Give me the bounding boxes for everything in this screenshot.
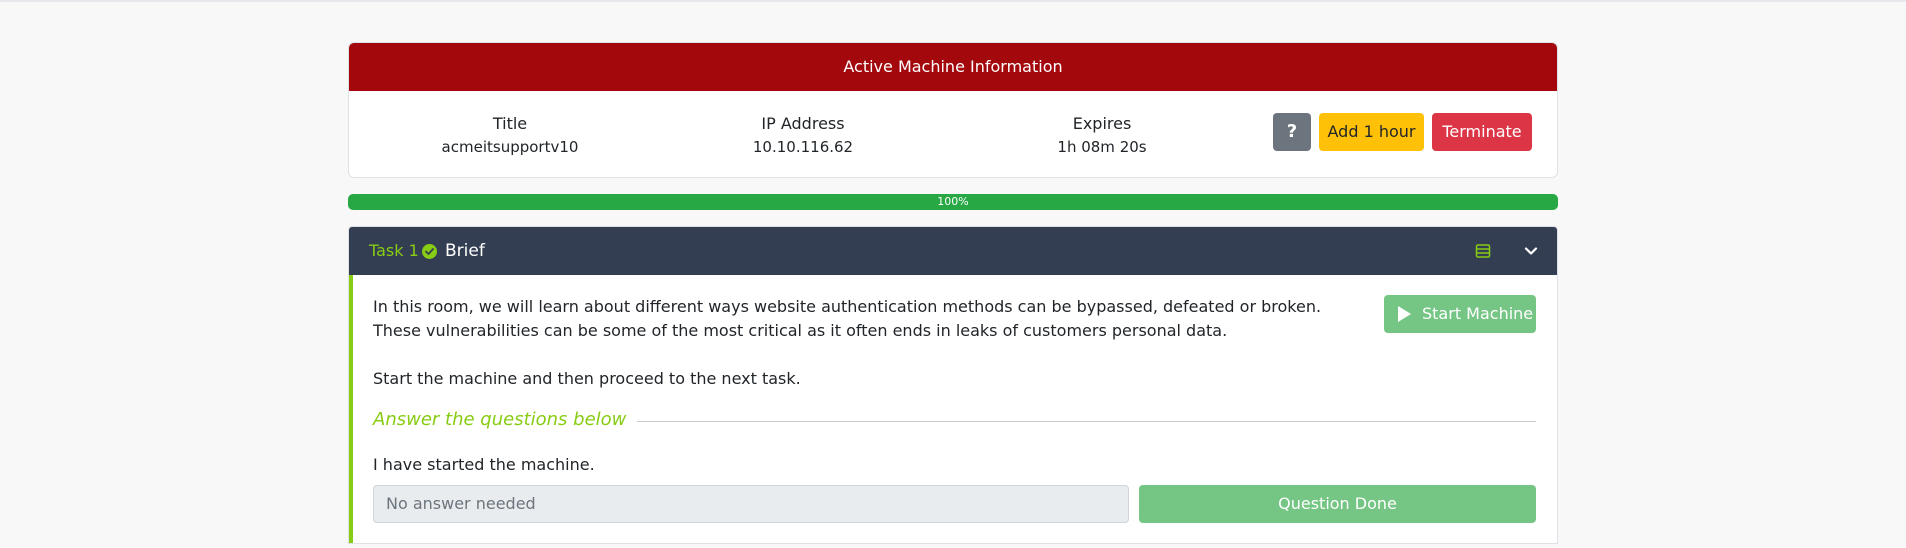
task-description-paragraph: Start the machine and then proceed to th… bbox=[373, 369, 801, 388]
question-text: I have started the machine. bbox=[373, 455, 595, 474]
play-icon bbox=[1398, 306, 1411, 322]
task-description-paragraph: In this room, we will learn about differ… bbox=[373, 297, 1322, 340]
terminate-button[interactable]: Terminate bbox=[1432, 113, 1532, 151]
machine-expires-info: Expires 1h 08m 20s bbox=[972, 113, 1232, 159]
machine-title-label: Title bbox=[492, 114, 528, 133]
question-done-button[interactable]: Question Done bbox=[1139, 485, 1536, 523]
add-hour-button[interactable]: Add 1 hour bbox=[1319, 113, 1424, 151]
machine-expires-label: Expires bbox=[1072, 114, 1132, 133]
help-button[interactable]: ? bbox=[1273, 113, 1311, 151]
machine-ip-info: IP Address 10.10.116.62 bbox=[673, 113, 933, 159]
answer-heading-divider bbox=[637, 421, 1536, 422]
room-progress-bar: 100% bbox=[348, 194, 1558, 210]
top-divider bbox=[0, 0, 1906, 2]
room-progress-label: 100% bbox=[937, 195, 969, 208]
machine-ip-value[interactable]: 10.10.116.62 bbox=[673, 135, 933, 159]
room-content: Active Machine Information Title acmeits… bbox=[348, 42, 1558, 544]
machine-expires-value: 1h 08m 20s bbox=[1057, 138, 1147, 156]
task-header[interactable]: Task 1 Brief bbox=[349, 227, 1557, 275]
active-machine-card: Active Machine Information Title acmeits… bbox=[348, 42, 1558, 178]
list-icon[interactable] bbox=[1475, 243, 1491, 259]
machine-title-value: acmeitsupportv10 bbox=[441, 138, 579, 156]
start-machine-button[interactable]: Start Machine bbox=[1384, 295, 1536, 333]
check-circle-icon bbox=[422, 244, 437, 259]
chevron-down-icon[interactable] bbox=[1523, 243, 1539, 259]
active-machine-header: Active Machine Information bbox=[349, 43, 1557, 91]
task-description: In this room, we will learn about differ… bbox=[373, 295, 1323, 391]
task-card: Task 1 Brief In this room, we will learn… bbox=[348, 226, 1558, 544]
task-title: Brief bbox=[445, 241, 485, 261]
task-body: In this room, we will learn about differ… bbox=[349, 275, 1557, 543]
answer-input[interactable]: No answer needed bbox=[373, 485, 1129, 523]
answer-questions-heading: Answer the questions below bbox=[373, 409, 627, 430]
start-machine-label: Start Machine bbox=[1422, 304, 1534, 323]
machine-ip-label: IP Address bbox=[761, 114, 845, 133]
active-machine-body: Title acmeitsupportv10 IP Address 10.10.… bbox=[349, 91, 1557, 177]
task-number: Task 1 bbox=[369, 241, 419, 260]
machine-title-info: Title acmeitsupportv10 bbox=[380, 113, 640, 159]
